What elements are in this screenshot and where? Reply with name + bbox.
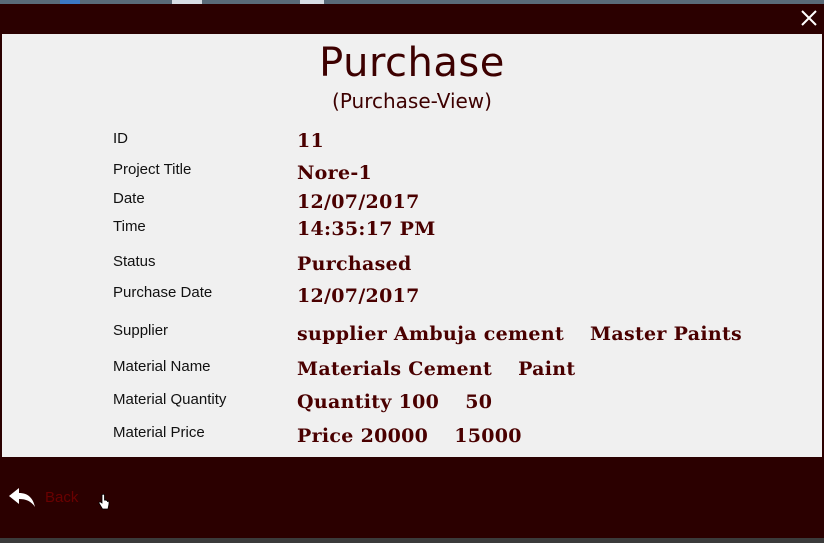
reply-arrow-icon xyxy=(9,488,35,507)
material-name-item: Materials Cement xyxy=(297,358,493,380)
detail-row-date: Date 12/07/2017 xyxy=(2,190,822,220)
page-subtitle: (Purchase-View) xyxy=(332,89,492,113)
material-quantity-item: 50 xyxy=(465,391,493,413)
supplier-value: supplier Ambuja cement Master Paints xyxy=(297,323,742,345)
detail-row-id: ID 11 xyxy=(2,130,822,160)
id-label: ID xyxy=(113,130,128,147)
supplier-item: supplier Ambuja cement xyxy=(297,323,565,345)
project-title-label: Project Title xyxy=(113,161,192,178)
material-price-label: Material Price xyxy=(113,424,205,441)
material-name-label: Material Name xyxy=(113,358,211,375)
detail-row-material-price: Material Price Price 20000 15000 xyxy=(2,424,822,454)
supplier-label: Supplier xyxy=(113,322,169,339)
project-title-value: Nore-1 xyxy=(297,162,373,184)
page-title: Purchase xyxy=(319,40,505,86)
time-value: 14:35:17 PM xyxy=(297,218,436,240)
detail-row-material-quantity: Material Quantity Quantity 100 50 xyxy=(2,391,822,421)
id-value: 11 xyxy=(297,130,325,152)
status-label: Status xyxy=(113,253,156,270)
date-value: 12/07/2017 xyxy=(297,191,420,213)
material-quantity-value: Quantity 100 50 xyxy=(297,391,492,413)
back-button[interactable]: Back xyxy=(8,485,78,509)
close-icon xyxy=(801,10,817,26)
material-price-value: Price 20000 15000 xyxy=(297,425,522,447)
time-label: Time xyxy=(113,218,146,235)
purchase-date-label: Purchase Date xyxy=(113,284,213,301)
close-button[interactable] xyxy=(794,4,824,34)
detail-row-time: Time 14:35:17 PM xyxy=(2,218,822,248)
material-name-value: Materials Cement Paint xyxy=(297,358,575,380)
detail-row-supplier: Supplier supplier Ambuja cement Master Pa… xyxy=(2,322,822,352)
detail-row-status: Status Purchased xyxy=(2,253,822,283)
supplier-item: Master Paints xyxy=(590,323,743,345)
date-label: Date xyxy=(113,190,145,207)
detail-row-material-name: Material Name Materials Cement Paint xyxy=(2,358,822,388)
back-label: Back xyxy=(45,488,79,506)
material-price-item: Price 20000 xyxy=(297,425,429,447)
material-quantity-item: Quantity 100 xyxy=(297,391,440,413)
title-bar xyxy=(0,4,824,34)
material-name-item: Paint xyxy=(518,358,576,380)
status-value: Purchased xyxy=(297,253,412,275)
material-quantity-label: Material Quantity xyxy=(113,391,227,408)
purchase-date-value: 12/07/2017 xyxy=(297,285,420,307)
hand-cursor-icon xyxy=(98,494,110,510)
detail-row-purchase-date: Purchase Date 12/07/2017 xyxy=(2,284,822,314)
status-strip xyxy=(0,538,824,543)
footer-bar: Back xyxy=(0,457,824,543)
detail-row-project-title: Project Title Nore-1 xyxy=(2,161,822,191)
material-price-item: 15000 xyxy=(454,425,522,447)
purchase-view-panel: Purchase (Purchase-View) ID 11 Project T… xyxy=(2,34,822,457)
